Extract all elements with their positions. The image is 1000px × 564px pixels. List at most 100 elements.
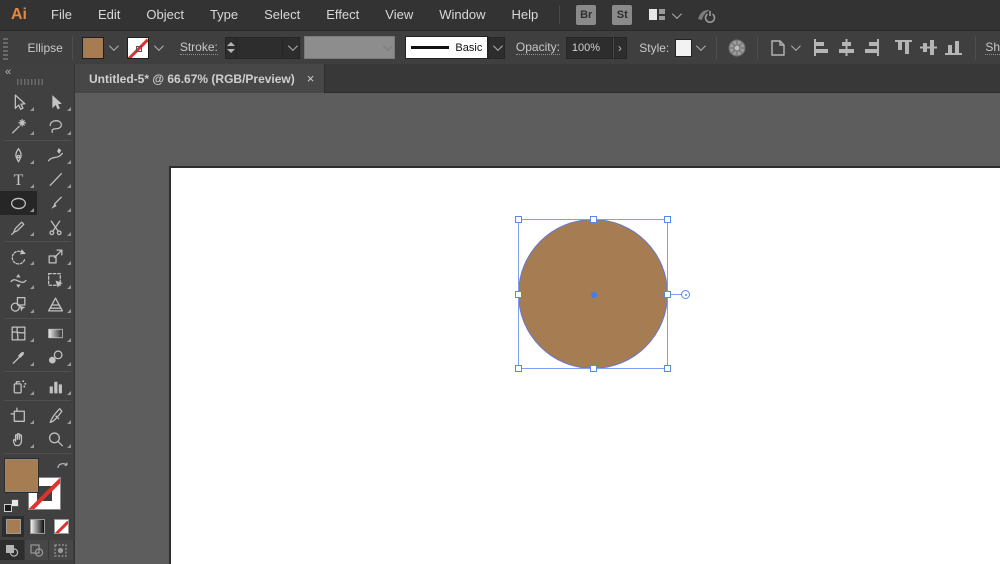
style-swatch[interactable] [675, 39, 692, 57]
tool-ellipse[interactable] [0, 191, 37, 215]
fill-proxy[interactable] [5, 459, 38, 492]
gradient-button[interactable] [26, 516, 48, 537]
stroke-swatch[interactable] [127, 37, 149, 59]
tool-paintbrush[interactable] [37, 191, 74, 215]
shape-panel-link-truncated[interactable]: Sh [985, 40, 1000, 55]
tool-direct-selection[interactable] [37, 90, 74, 114]
tool-selection[interactable] [0, 90, 37, 114]
tool-artboard[interactable] [0, 403, 37, 427]
default-fill-stroke-icon[interactable] [4, 499, 19, 512]
tool-lasso[interactable] [37, 114, 74, 138]
workspace-switcher[interactable] [648, 7, 679, 23]
fill-swatch[interactable] [82, 37, 104, 59]
none-button[interactable] [50, 516, 72, 537]
handle-top-center[interactable] [590, 216, 597, 223]
align-center-h-icon[interactable] [837, 38, 856, 57]
tool-rotate[interactable] [0, 244, 37, 268]
handle-top-right[interactable] [664, 216, 671, 223]
bridge-button[interactable]: Br [576, 5, 596, 25]
tool-hand[interactable] [0, 427, 37, 451]
opacity-more-button[interactable]: › [613, 37, 628, 59]
tool-width[interactable] [0, 268, 37, 292]
recolor-artwork-icon[interactable] [726, 37, 748, 59]
draw-inside-button[interactable] [49, 540, 74, 560]
handle-middle-left[interactable] [515, 291, 522, 298]
line-segment-tool-icon [46, 170, 65, 189]
menu-window[interactable]: Window [426, 0, 498, 30]
tool-group-separator [4, 318, 71, 319]
tool-symbol-sprayer[interactable] [0, 374, 37, 398]
handle-top-left[interactable] [515, 216, 522, 223]
menu-select[interactable]: Select [251, 0, 313, 30]
align-right-icon[interactable] [862, 38, 881, 57]
handle-middle-right[interactable] [664, 291, 671, 298]
select-similar-control[interactable] [767, 37, 798, 59]
tool-scissors[interactable] [37, 215, 74, 239]
align-top-icon[interactable] [894, 38, 913, 57]
app-logo-icon: Ai [0, 6, 38, 24]
stroke-weight-dropdown[interactable] [283, 37, 299, 59]
tool-line-segment[interactable] [37, 167, 74, 191]
menu-edit[interactable]: Edit [85, 0, 133, 30]
pie-widget-handle[interactable] [681, 290, 690, 299]
sync-status[interactable] [695, 5, 717, 25]
width-profile-dropdown [304, 36, 396, 59]
separator [975, 36, 976, 60]
menu-object[interactable]: Object [133, 0, 197, 30]
tool-blend[interactable] [37, 345, 74, 369]
handle-bottom-left[interactable] [515, 365, 522, 372]
shape-center-point[interactable] [591, 292, 597, 298]
color-button[interactable] [2, 516, 24, 537]
document-tab[interactable]: Untitled-5* @ 66.67% (RGB/Preview) × [75, 64, 325, 93]
tool-magic-wand[interactable] [0, 114, 37, 138]
stroke-dropdown-button[interactable] [149, 37, 166, 59]
tool-type[interactable]: T [0, 167, 37, 191]
tool-free-transform[interactable] [37, 268, 74, 292]
tool-slice[interactable] [37, 403, 74, 427]
stroke-weight-stepper[interactable] [225, 37, 237, 59]
tool-pencil[interactable] [0, 215, 37, 239]
stroke-panel-link[interactable]: Stroke: [180, 40, 218, 55]
tool-mesh[interactable] [0, 321, 37, 345]
align-bottom-icon[interactable] [944, 38, 963, 57]
fill-dropdown-button[interactable] [104, 37, 121, 59]
panel-drag-grip[interactable] [17, 79, 43, 85]
collapse-panel-button[interactable]: « [5, 66, 11, 78]
draw-inside-icon [54, 544, 68, 557]
stroke-weight-field[interactable] [237, 37, 284, 59]
tool-scale[interactable] [37, 244, 74, 268]
opacity-panel-link[interactable]: Opacity: [516, 40, 560, 55]
menu-file[interactable]: File [38, 0, 85, 30]
brush-dropdown-button[interactable] [488, 37, 505, 59]
draw-normal-button[interactable] [0, 540, 25, 560]
brush-name-label: Basic [455, 42, 482, 54]
menu-effect[interactable]: Effect [313, 0, 372, 30]
chevron-down-icon [154, 41, 164, 51]
menu-view[interactable]: View [372, 0, 426, 30]
tool-gradient[interactable] [37, 321, 74, 345]
opacity-field[interactable]: 100% [566, 37, 613, 59]
tab-close-icon[interactable]: × [307, 71, 315, 86]
swap-fill-stroke-icon[interactable] [56, 460, 69, 473]
draw-behind-button[interactable] [25, 540, 50, 560]
stroke-color-control[interactable] [127, 37, 166, 59]
tool-curvature[interactable] [37, 143, 74, 167]
handle-bottom-center[interactable] [590, 365, 597, 372]
tool-eyedropper[interactable] [0, 345, 37, 369]
align-center-v-icon[interactable] [919, 38, 938, 57]
menu-type[interactable]: Type [197, 0, 251, 30]
tool-shape-builder[interactable] [0, 292, 37, 316]
align-left-icon[interactable] [812, 38, 831, 57]
tool-perspective-grid[interactable] [37, 292, 74, 316]
fill-color-control[interactable] [82, 37, 121, 59]
tool-column-graph[interactable] [37, 374, 74, 398]
tool-pen[interactable] [0, 143, 37, 167]
stock-button[interactable]: St [612, 5, 632, 25]
tool-zoom[interactable] [37, 427, 74, 451]
style-dropdown-button[interactable] [692, 37, 707, 59]
handle-bottom-right[interactable] [664, 365, 671, 372]
canvas-area[interactable] [75, 93, 1000, 564]
panel-grip[interactable] [3, 36, 8, 60]
menu-help[interactable]: Help [498, 0, 551, 30]
brush-definition-dropdown[interactable]: Basic [405, 36, 488, 59]
